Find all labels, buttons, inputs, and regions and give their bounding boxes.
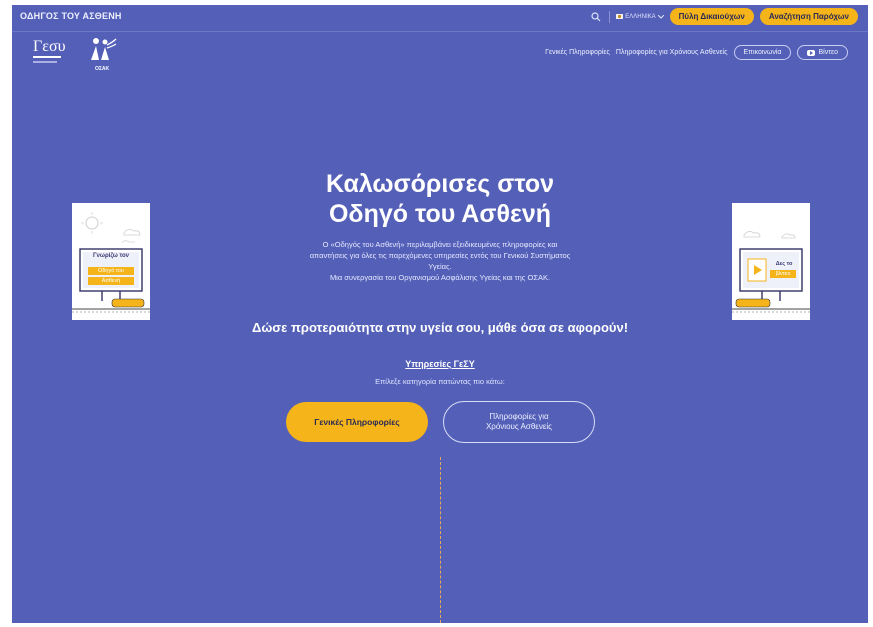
osak-logo[interactable]: ΟΣΑΚ — [87, 36, 117, 72]
gesy-logo-text: Γεσυ — [33, 38, 66, 55]
billboard-illustration-left — [72, 212, 150, 313]
card-left-line2: Οδηγό του — [98, 268, 124, 274]
general-info-button[interactable]: Γενικές Πληροφορίες — [286, 402, 428, 442]
hero-title-line2: Οδηγό του Ασθενή — [328, 200, 551, 228]
video-button[interactable]: Βίντεο — [797, 45, 848, 60]
top-bar: ΟΔΗΓΟΣ ΤΟΥ ΑΣΘΕΝΗ ΕΛΛΗΝΙΚΑ Πύλη Δικαιούχ… — [12, 5, 868, 29]
hero-desc-line1: Ο «Οδηγός του Ασθενή» περιλαμβάνει εξειδ… — [322, 240, 558, 249]
osak-logo-text: ΟΣΑΚ — [94, 66, 110, 72]
nav-chronic-patients[interactable]: Πληροφορίες για Χρόνιους Ασθενείς — [616, 49, 728, 56]
youtube-icon — [807, 49, 816, 56]
site-title[interactable]: ΟΔΗΓΟΣ ΤΟΥ ΑΣΘΕΝΗ — [20, 11, 122, 21]
header-divider — [12, 31, 868, 32]
hero-desc-line4: Μια συνεργασία του Οργανισμού Ασφάλισης … — [329, 273, 551, 282]
osak-emblem-icon — [91, 38, 117, 60]
chronic-patients-button[interactable]: Πληροφορίες για Χρόνιους Ασθενείς — [443, 401, 595, 443]
portal-button[interactable]: Πύλη Δικαιούχων — [669, 8, 754, 25]
page: ΟΔΗΓΟΣ ΤΟΥ ΑΣΘΕΝΗ ΕΛΛΗΝΙΚΑ Πύλη Δικαιούχ… — [12, 5, 868, 623]
video-label: Βίντεο — [818, 49, 838, 56]
services-subtitle: Επίλεξε κατηγορία πατώντας πιο κάτω: — [375, 377, 505, 386]
gesy-logo[interactable]: Γεσυ — [33, 38, 66, 63]
language-selector[interactable]: ΕΛΛΗΝΙΚΑ — [616, 13, 664, 20]
chronic-button-line2: Χρόνιους Ασθενείς — [485, 422, 553, 431]
chevron-down-icon — [657, 14, 664, 19]
dotted-divider — [440, 457, 441, 623]
chronic-button-line1: Πληροφορίες για — [489, 412, 549, 421]
main-nav: Γενικές Πληροφορίες Πληροφορίες για Χρόν… — [545, 45, 848, 60]
top-actions: ΕΛΛΗΝΙΚΑ Πύλη Δικαιούχων Αναζήτηση Παρόχ… — [589, 8, 858, 25]
search-providers-button[interactable]: Αναζήτηση Παρόχων — [759, 8, 858, 25]
card-left-line3: Ασθενή — [101, 278, 121, 284]
separator — [609, 10, 611, 23]
hero-description: Ο «Οδηγός του Ασθενή» περιλαμβάνει εξειδ… — [240, 239, 640, 283]
hero-desc-line2: απαντήσεις για όλες τις παρεχόμενες υπηρ… — [309, 251, 571, 260]
hero-title-line1: Καλωσόρισες στον — [325, 170, 554, 198]
language-label: ΕΛΛΗΝΙΚΑ — [625, 13, 656, 20]
hero-desc-line3: Υγείας. — [428, 262, 452, 271]
flag-icon — [616, 14, 624, 19]
contact-button[interactable]: Επικοινωνία — [733, 45, 792, 60]
hero-title: Καλωσόρισες στον Οδηγό του Ασθενή — [240, 169, 640, 229]
services-link[interactable]: Υπηρεσίες ΓεΣΥ — [340, 359, 540, 369]
nav-general-info[interactable]: Γενικές Πληροφορίες — [545, 49, 610, 56]
right-illustration-card: Δες το βίντεο — [732, 203, 810, 320]
card-left-line1: Γνωρίζω τον — [92, 253, 130, 259]
left-illustration-card: Γνωρίζω τον Οδηγό του Ασθενή — [72, 203, 150, 320]
card-right-line1: Δες το — [775, 261, 793, 267]
search-icon[interactable] — [589, 10, 603, 24]
hero-tagline: Δώσε προτεραιότητα στην υγεία σου, μάθε … — [251, 320, 629, 335]
card-right-line2: βίντεο — [775, 271, 791, 277]
